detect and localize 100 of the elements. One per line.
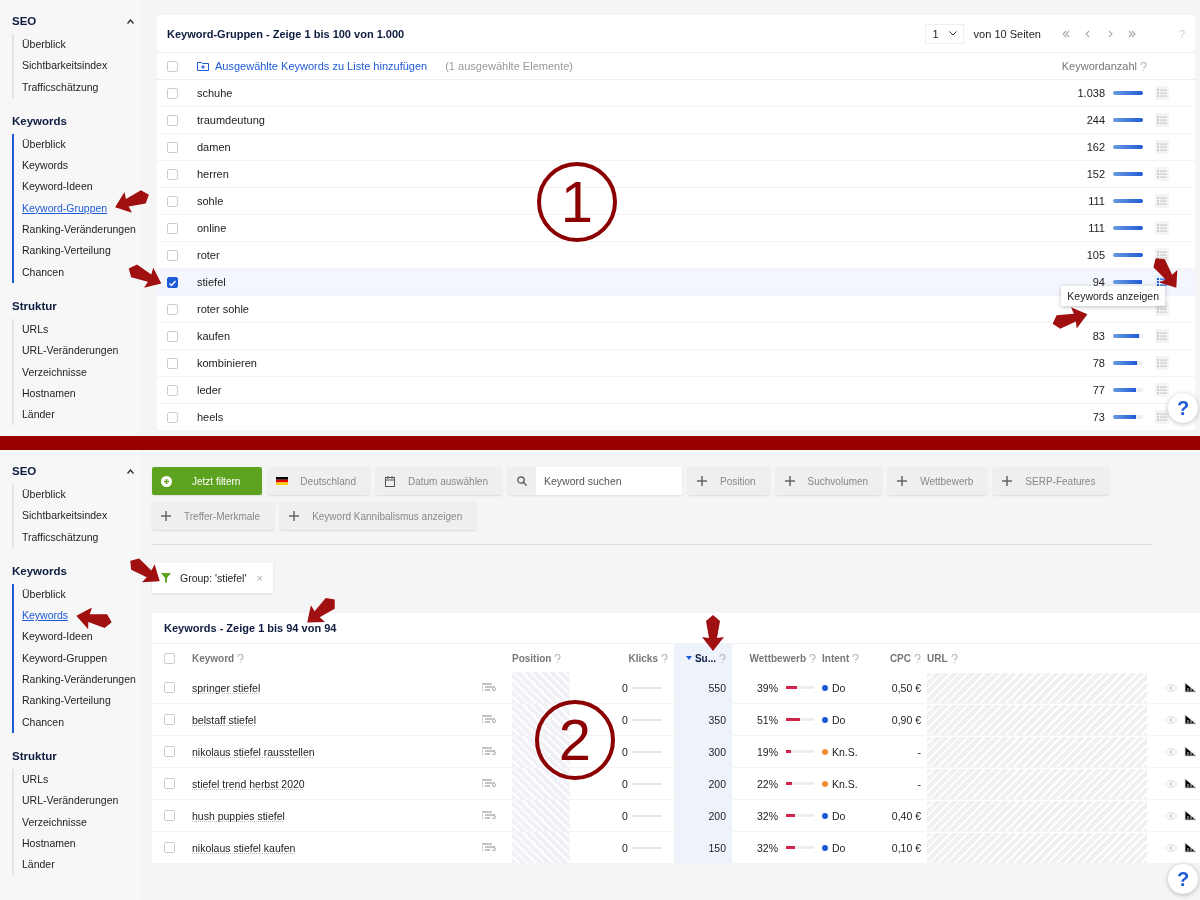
eye-icon[interactable] xyxy=(1164,682,1178,693)
keyword-count: 83 xyxy=(1092,330,1106,342)
help-icon[interactable] xyxy=(852,653,860,663)
sidebar-item[interactable]: Überblick xyxy=(22,583,66,606)
sidebar-item[interactable]: Chancen xyxy=(22,711,65,733)
sidebar-item[interactable]: Ranking-Verteilung xyxy=(22,690,111,712)
column-header[interactable]: Wettbewerb xyxy=(749,652,806,664)
sidebar-item[interactable]: Keywords xyxy=(22,605,69,627)
clicks-value: 0 xyxy=(622,713,628,726)
serp-list-icon[interactable] xyxy=(482,715,492,724)
sidebar-heading: Struktur xyxy=(12,749,57,762)
help-icon[interactable] xyxy=(1140,61,1147,71)
column-header[interactable]: Keywordanzahl xyxy=(1061,60,1137,72)
eye-icon[interactable] xyxy=(1164,842,1178,853)
sidebar-item[interactable]: Überblick xyxy=(22,484,66,506)
column-header[interactable]: Position xyxy=(512,652,552,664)
intent-label: Do xyxy=(832,841,846,854)
sidebar-item[interactable]: URLs xyxy=(22,768,49,791)
help-icon[interactable] xyxy=(554,653,562,663)
search-field[interactable]: Keyword suchen xyxy=(508,467,682,495)
tooltip: Keywords anzeigen xyxy=(1061,286,1165,306)
sidebar-item[interactable]: Hostnamen xyxy=(22,832,76,855)
intent-label: Do xyxy=(832,809,846,822)
sidebar-item[interactable]: Keyword-Gruppen xyxy=(22,197,108,220)
help-icon[interactable] xyxy=(809,653,816,663)
page-select[interactable]: 1 xyxy=(925,23,964,44)
column-header[interactable]: Intent xyxy=(822,652,850,664)
sidebar-item[interactable]: Ranking-Veränderungen xyxy=(22,669,136,691)
select-all-checkbox[interactable] xyxy=(164,652,175,664)
sidebar-item[interactable]: Verzeichnisse xyxy=(22,361,87,383)
sidebar-item[interactable]: Ranking-Veränderungen xyxy=(22,219,136,241)
sidebar-item[interactable]: Chancen xyxy=(22,261,65,283)
caret-icon[interactable] xyxy=(127,468,134,474)
column-header[interactable]: Klicks xyxy=(628,652,658,664)
serp-list-icon[interactable] xyxy=(482,683,492,692)
plus-icon xyxy=(161,511,171,521)
eye-icon[interactable] xyxy=(1164,714,1178,725)
keyword-link[interactable]: nikolaus stiefel kaufen xyxy=(192,841,296,854)
sidebar-item[interactable]: Verzeichnisse xyxy=(22,811,87,833)
column-header[interactable]: Su... xyxy=(694,652,716,664)
serp-list-icon[interactable] xyxy=(482,779,492,788)
plus-icon xyxy=(289,511,300,521)
sidebar-item[interactable]: Länder xyxy=(22,404,55,426)
help-button[interactable]: ? xyxy=(1168,864,1198,894)
previous-page-icon[interactable] xyxy=(1083,29,1092,38)
sidebar-item[interactable]: Keyword-Ideen xyxy=(22,626,93,648)
group-name: kaufen xyxy=(197,330,231,342)
cpc-value: 0,50 € xyxy=(890,681,922,694)
sidebar-item[interactable]: Keyword-Ideen xyxy=(22,176,93,198)
sidebar-item[interactable]: URL-Veränderungen xyxy=(22,790,119,812)
caret-icon[interactable] xyxy=(127,18,134,24)
sidebar-item[interactable]: Trafficschätzung xyxy=(22,526,99,548)
annotation-arrow xyxy=(702,615,724,651)
help-icon[interactable] xyxy=(661,653,668,663)
keyword-count: 78 xyxy=(1092,357,1106,369)
keyword-count: 162 xyxy=(1086,141,1106,153)
sidebar-heading: Keywords xyxy=(12,564,67,577)
keyword-link[interactable]: springer stiefel xyxy=(192,681,261,694)
keyword-link[interactable]: nikolaus stiefel rausstellen xyxy=(192,745,315,758)
clicks-value: 0 xyxy=(622,777,628,790)
sidebar-item[interactable]: URLs xyxy=(22,318,49,341)
column-header[interactable]: CPC xyxy=(889,652,911,664)
sidebar-item[interactable]: Trafficschätzung xyxy=(22,76,99,98)
serp-list-icon[interactable] xyxy=(482,747,492,756)
serp-list-icon[interactable] xyxy=(482,843,492,852)
cpc-value: 0,10 € xyxy=(890,841,922,854)
serp-list-icon[interactable] xyxy=(482,811,492,820)
add-to-list-link[interactable]: Ausgewählte Keywords zu Liste hinzufügen xyxy=(197,60,428,72)
keyword-count: 77 xyxy=(1092,384,1106,396)
first-page-icon[interactable] xyxy=(1061,29,1070,38)
help-icon[interactable] xyxy=(950,653,958,663)
column-header[interactable]: Keyword xyxy=(192,652,235,664)
help-icon[interactable] xyxy=(914,653,921,663)
sidebar-item[interactable]: Sichtbarkeitsindex xyxy=(22,505,108,527)
column-header[interactable]: URL xyxy=(927,652,948,664)
sidebar-item[interactable]: Sichtbarkeitsindex xyxy=(22,55,108,77)
row-checkbox[interactable] xyxy=(167,276,178,288)
group-name: traumdeutung xyxy=(197,114,265,126)
sidebar-item[interactable]: URL-Veränderungen xyxy=(22,340,119,362)
sidebar-item[interactable]: Überblick xyxy=(22,133,66,156)
select-all-checkbox[interactable] xyxy=(167,60,178,72)
eye-icon[interactable] xyxy=(1164,810,1178,821)
group-name: roter sohle xyxy=(197,303,249,315)
keyword-link[interactable]: hush puppies stiefel xyxy=(192,809,285,822)
help-icon[interactable] xyxy=(237,653,245,663)
sidebar-item[interactable]: Länder xyxy=(22,854,55,876)
funnel-icon xyxy=(161,573,171,583)
keyword-count: 111 xyxy=(1088,222,1106,234)
annotation-marker: 1 xyxy=(537,162,617,242)
help-icon[interactable] xyxy=(719,653,726,663)
sidebar-item[interactable]: Keywords xyxy=(22,155,69,177)
sidebar-item[interactable]: Überblick xyxy=(22,34,66,56)
keyword-link[interactable]: stiefel trend herbst 2020 xyxy=(192,777,305,790)
sidebar-item[interactable]: Ranking-Verteilung xyxy=(22,240,111,262)
last-page-icon[interactable] xyxy=(1127,29,1136,38)
eye-icon[interactable] xyxy=(1164,778,1178,789)
sidebar-item[interactable]: Keyword-Gruppen xyxy=(22,647,108,670)
sidebar-item[interactable]: Hostnamen xyxy=(22,382,76,405)
keyword-link[interactable]: belstaff stiefel xyxy=(192,713,256,726)
eye-icon[interactable] xyxy=(1164,746,1178,757)
